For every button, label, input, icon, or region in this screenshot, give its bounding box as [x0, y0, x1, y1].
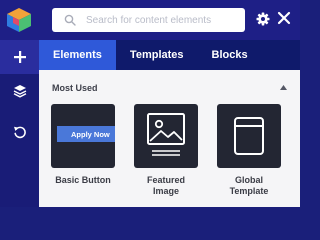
rail-item-history[interactable] — [0, 115, 39, 149]
button-preview: Apply Now — [57, 126, 115, 142]
left-rail — [0, 40, 39, 207]
rail-item-add[interactable] — [0, 40, 39, 74]
app-logo-icon[interactable] — [5, 7, 33, 33]
element-label-featured-image: Featured Image — [146, 175, 185, 196]
tab-templates[interactable]: Templates — [116, 40, 198, 70]
tab-blocks[interactable]: Blocks — [198, 40, 262, 70]
tab-elements[interactable]: Elements — [39, 40, 116, 70]
image-icon — [147, 113, 185, 156]
search-box[interactable] — [52, 8, 245, 32]
caret-up-icon[interactable] — [280, 85, 287, 90]
undo-icon — [13, 126, 26, 139]
element-card-global-template[interactable] — [217, 104, 281, 168]
rail-item-layers[interactable] — [0, 74, 39, 108]
element-card-basic-button[interactable]: Apply Now — [51, 104, 115, 168]
tab-bar: Elements Templates Blocks — [39, 40, 300, 70]
element-label-basic-button: Basic Button — [55, 175, 111, 185]
element-label-global-template: Global Template — [229, 175, 269, 196]
template-icon — [234, 117, 264, 155]
top-bar — [0, 0, 300, 40]
close-icon[interactable] — [277, 11, 291, 25]
gear-icon[interactable] — [256, 12, 270, 26]
search-icon — [64, 14, 76, 26]
elements-panel: Most Used Apply Now Basic Button Feature… — [39, 70, 300, 207]
plus-icon — [13, 51, 26, 63]
search-input[interactable] — [86, 12, 236, 28]
section-title: Most Used — [52, 83, 98, 93]
layers-icon — [13, 85, 26, 98]
element-card-featured-image[interactable] — [134, 104, 198, 168]
